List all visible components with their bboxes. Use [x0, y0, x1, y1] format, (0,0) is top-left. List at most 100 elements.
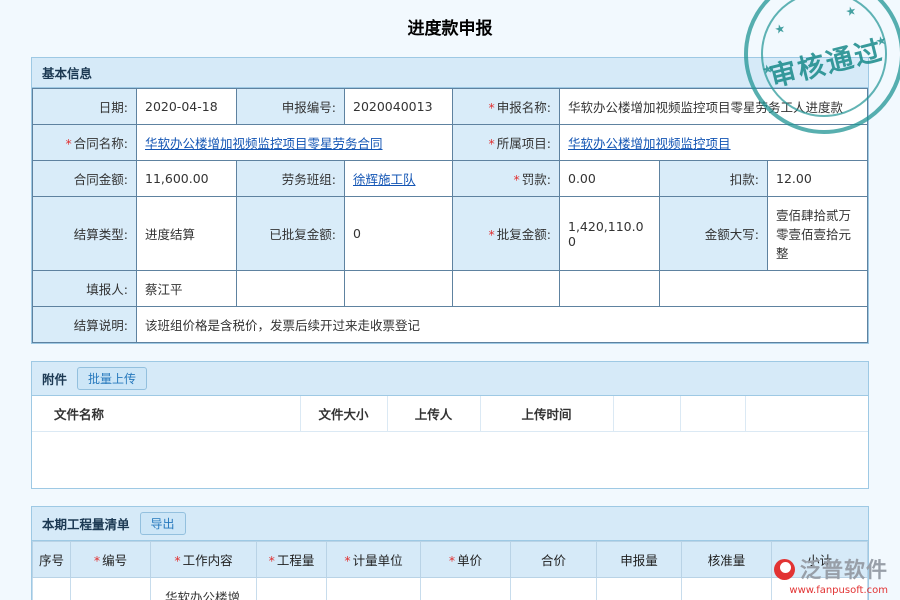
cell-unit: 式 [327, 577, 421, 600]
empty-cell [237, 271, 345, 307]
attachments-empty-area [32, 432, 868, 488]
field-label: 合同金额: [74, 172, 128, 187]
approved-amount-label: *批复金额: [453, 197, 560, 271]
required-marker: * [489, 227, 495, 242]
cell-declared-qty: 1.00 [597, 577, 682, 600]
col-unit: *计量单位 [327, 541, 421, 577]
required-marker: * [489, 136, 495, 151]
deduction-label: 扣款: [660, 161, 768, 197]
col-upload-time: 上传时间 [480, 396, 613, 432]
column-label: 申报量 [620, 553, 658, 568]
basic-info-table: 日期: 2020-04-18 申报编号: 2020040013 *申报名称: 华… [32, 88, 868, 343]
labor-team-link[interactable]: 徐辉施工队 [353, 172, 416, 187]
settle-note-value: 该班组价格是含税价，发票后续开过来走收票登记 [137, 307, 868, 343]
empty-cell [32, 432, 868, 488]
col-declared-qty: 申报量 [597, 541, 682, 577]
col-file-name: 文件名称 [32, 396, 300, 432]
field-label: 所属项目: [497, 136, 551, 151]
field-label: 已批复金额: [269, 227, 336, 242]
field-label: 金额大写: [705, 227, 759, 242]
quantity-header-row: 序号 *编号 *工作内容 *工程量 *计量单位 *单价 合价 申报量 核准量 小… [33, 541, 868, 577]
approved-prev-label: 已批复金额: [237, 197, 345, 271]
required-marker: * [514, 172, 520, 187]
cell-approved-qty: 1.00 [682, 577, 772, 600]
field-label: 罚款: [522, 172, 551, 187]
required-marker: * [449, 553, 455, 568]
field-label: 结算类型: [74, 227, 128, 242]
export-button[interactable]: 导出 [140, 512, 186, 535]
penalty-label: *罚款: [453, 161, 560, 197]
field-label: 扣款: [730, 172, 759, 187]
attachments-header: 附件 批量上传 [32, 362, 868, 396]
column-label: 序号 [39, 553, 64, 568]
contract-amount-value: 11,600.00 [137, 161, 237, 197]
column-label: 编号 [102, 553, 127, 568]
contract-name-link[interactable]: 华软办公楼增加视频监控项目零星劳务合同 [145, 136, 383, 151]
attachments-panel: 附件 批量上传 文件名称 文件大小 上传人 上传时间 [31, 361, 869, 489]
cell-work-content: 华软办公楼增加视频监控 [151, 577, 257, 600]
col-empty [613, 396, 680, 432]
field-label: 劳务班组: [282, 172, 336, 187]
cell-total-price: 134,810.00 [511, 577, 597, 600]
labor-team-label: 劳务班组: [237, 161, 345, 197]
page-title: 进度款申报 [0, 0, 900, 39]
settle-type-value: 进度结算 [137, 197, 237, 271]
basic-info-row-6: 结算说明: 该班组价格是含税价，发票后续开过来走收票登记 [33, 307, 868, 343]
progress-payment-declaration-page: 进度款申报 审核通过 ★ ★ ★ ★ 基本信息 日期: 2020-04-18 申… [0, 0, 900, 600]
col-quantity: *工程量 [257, 541, 327, 577]
amount-words-label: 金额大写: [660, 197, 768, 271]
quantity-list-header: 本期工程量清单 导出 [32, 507, 868, 541]
contract-name-cell: 华软办公楼增加视频监控项目零星劳务合同 [137, 125, 453, 161]
empty-cell [345, 271, 453, 307]
quantity-row-1: 1 1.1 华软办公楼增加视频监控 1.000 式 134,810.00 134… [33, 577, 868, 600]
empty-cell [560, 271, 660, 307]
field-label: 结算说明: [74, 318, 128, 333]
settle-type-label: 结算类型: [33, 197, 137, 271]
declaration-no-label: 申报编号: [237, 89, 345, 125]
batch-upload-button[interactable]: 批量上传 [77, 367, 147, 390]
attachments-title: 附件 [42, 369, 67, 388]
declaration-name-value: 华软办公楼增加视频监控项目零星劳务工人进度款 [560, 89, 868, 125]
labor-team-cell: 徐辉施工队 [345, 161, 453, 197]
col-approved-qty: 核准量 [682, 541, 772, 577]
required-marker: * [489, 100, 495, 115]
column-label: 合价 [541, 553, 566, 568]
date-value: 2020-04-18 [137, 89, 237, 125]
basic-info-title: 基本信息 [42, 63, 92, 82]
attachments-table: 文件名称 文件大小 上传人 上传时间 [32, 396, 868, 488]
deduction-value: 12.00 [768, 161, 868, 197]
required-marker: * [66, 136, 72, 151]
approved-prev-value: 0 [345, 197, 453, 271]
basic-info-row-4: 结算类型: 进度结算 已批复金额: 0 *批复金额: 1,420,110.00 … [33, 197, 868, 271]
contract-amount-label: 合同金额: [33, 161, 137, 197]
field-label: 申报编号: [282, 100, 336, 115]
field-label: 填报人: [86, 282, 128, 297]
quantity-list-table: 序号 *编号 *工作内容 *工程量 *计量单位 *单价 合价 申报量 核准量 小… [32, 541, 868, 600]
basic-info-row-3: 合同金额: 11,600.00 劳务班组: 徐辉施工队 *罚款: 0.00 扣款… [33, 161, 868, 197]
col-unit-price: *单价 [421, 541, 511, 577]
project-label: *所属项目: [453, 125, 560, 161]
required-marker: * [94, 553, 100, 568]
cell-code: 1.1 [71, 577, 151, 600]
reporter-label: 填报人: [33, 271, 137, 307]
cell-quantity: 1.000 [257, 577, 327, 600]
field-label: 合同名称: [74, 136, 128, 151]
date-label: 日期: [33, 89, 137, 125]
basic-info-row-2: *合同名称: 华软办公楼增加视频监控项目零星劳务合同 *所属项目: 华软办公楼增… [33, 125, 868, 161]
basic-info-header: 基本信息 [32, 58, 868, 88]
column-label: 工作内容 [183, 553, 233, 568]
penalty-value: 0.00 [560, 161, 660, 197]
project-link[interactable]: 华软办公楼增加视频监控项目 [568, 136, 731, 151]
required-marker: * [269, 553, 275, 568]
column-label: 计量单位 [353, 553, 403, 568]
quantity-list-panel: 本期工程量清单 导出 序号 *编号 *工作内容 *工程量 *计量单位 *单价 合… [31, 506, 869, 600]
cell-unit-price: 134,810.00 [421, 577, 511, 600]
quantity-list-title: 本期工程量清单 [42, 514, 130, 533]
settle-note-label: 结算说明: [33, 307, 137, 343]
column-label: 单价 [457, 553, 482, 568]
amount-words-value: 壹佰肆拾贰万零壹佰壹拾元整 [768, 197, 868, 271]
col-empty [745, 396, 868, 432]
contract-name-label: *合同名称: [33, 125, 137, 161]
column-label: 小计 [807, 553, 832, 568]
reporter-value: 蔡江平 [137, 271, 237, 307]
